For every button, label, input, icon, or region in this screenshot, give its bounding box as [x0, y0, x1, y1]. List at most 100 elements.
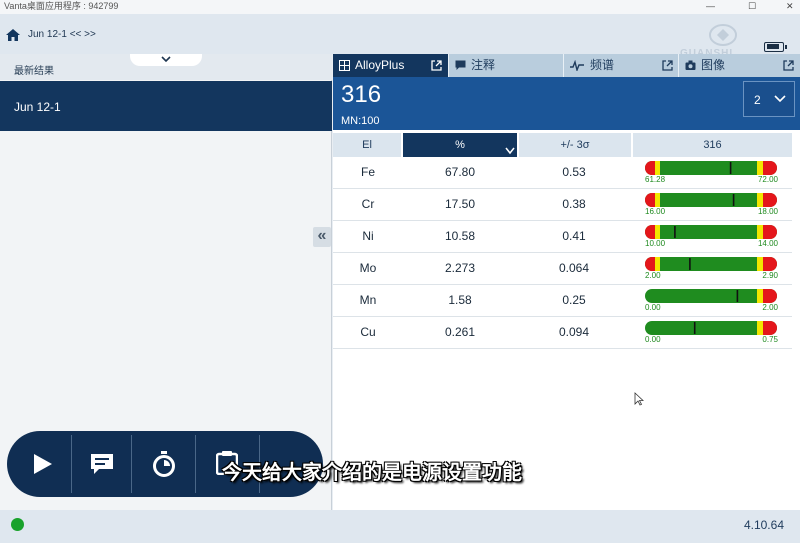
range-min: 10.00	[645, 239, 666, 248]
table-header: El % +/- 3σ 316	[333, 133, 800, 157]
popout-icon[interactable]	[431, 60, 442, 71]
play-icon	[34, 454, 52, 474]
table-row: Cr 17.50 0.38 16.00 18.00	[333, 189, 792, 221]
range-high-red	[763, 321, 777, 335]
range-max: 2.90	[762, 271, 778, 280]
measured-value-marker	[736, 290, 739, 302]
range-min: 0.00	[645, 303, 661, 312]
table-row: Mo 2.273 0.064 2.00 2.90	[333, 253, 792, 285]
range-max: 0.75	[762, 335, 778, 344]
range-bar-graphic	[645, 225, 777, 239]
element-error: 0.53	[562, 165, 586, 179]
range-low-red	[645, 225, 655, 239]
analysis-panel: AlloyPlus 注释 频谱 图像 316 MN:100 2 El % +/-…	[333, 54, 800, 510]
match-select-value: 2	[754, 93, 761, 107]
element-symbol: Fe	[360, 165, 375, 179]
result-item-label: Jun 12-1	[14, 100, 61, 114]
popout-icon[interactable]	[662, 60, 673, 71]
range-high-yellow	[757, 193, 763, 207]
range-high-yellow	[757, 289, 763, 303]
grade-range-bar: 2.00 2.90	[633, 253, 792, 284]
range-bar-graphic	[645, 161, 777, 175]
tab-comments[interactable]: 注释	[449, 54, 563, 77]
column-header-grade[interactable]: 316	[633, 133, 792, 157]
range-low-red	[645, 257, 655, 271]
element-symbol: Cu	[360, 325, 376, 339]
range-max: 72.00	[757, 175, 778, 184]
status-bar: 4.10.64	[0, 510, 800, 543]
table-row: Ni 10.58 0.41 10.00 14.00	[333, 221, 792, 253]
close-button[interactable]: ✕	[786, 0, 794, 12]
range-high-red	[763, 193, 777, 207]
tab-bar: AlloyPlus 注释 频谱 图像	[333, 54, 800, 77]
alloy-grade: 316	[341, 81, 382, 108]
range-bar-graphic	[645, 321, 777, 335]
column-header-percent[interactable]: %	[403, 133, 517, 157]
grade-range-bar: 10.00 14.00	[633, 221, 792, 252]
range-min: 61.28	[645, 175, 666, 184]
minimize-button[interactable]: —	[706, 0, 715, 12]
pull-down-tab[interactable]	[130, 54, 202, 66]
range-low-red	[645, 161, 655, 175]
tab-alloyplus[interactable]: AlloyPlus	[333, 54, 448, 77]
column-header-element[interactable]: El	[333, 133, 401, 157]
range-low-yellow	[655, 161, 660, 175]
element-error: 0.38	[562, 197, 586, 211]
range-low-yellow	[655, 257, 660, 271]
table-row: Mn 1.58 0.25 0.00 2.00	[333, 285, 792, 317]
double-chevron-left-icon: «	[317, 227, 327, 244]
measured-value-marker	[689, 258, 691, 270]
grade-range-bar: 16.00 18.00	[633, 189, 792, 220]
battery-icon	[764, 42, 787, 52]
grade-range-bar: 0.00 0.75	[633, 317, 792, 348]
element-symbol: Mo	[359, 261, 377, 275]
version-label: 4.10.64	[743, 518, 784, 532]
range-high-yellow	[757, 161, 763, 175]
connection-status-icon	[11, 518, 24, 531]
range-low-yellow	[655, 193, 660, 207]
range-high-red	[763, 225, 777, 239]
collapse-panel-button[interactable]: «	[313, 227, 331, 247]
chevron-down-icon	[161, 56, 171, 63]
range-low-yellow	[655, 225, 660, 239]
table-row: Fe 67.80 0.53 61.28 72.00	[333, 157, 792, 189]
element-error: 0.094	[558, 325, 590, 339]
play-button[interactable]	[7, 431, 71, 497]
app-header: Jun 12-1 << >> GUANSHI	[0, 14, 800, 59]
results-panel: 最新结果 Jun 12-1 «	[0, 54, 332, 510]
range-bar-graphic	[645, 193, 777, 207]
element-percent: 1.58	[448, 293, 472, 307]
tab-image[interactable]: 图像	[679, 54, 800, 77]
measured-value-marker	[729, 162, 732, 174]
range-high-yellow	[757, 225, 763, 239]
element-error: 0.41	[562, 229, 586, 243]
sort-down-icon	[505, 147, 515, 155]
range-min: 16.00	[645, 207, 666, 216]
range-low-red	[645, 193, 655, 207]
match-number: MN:100	[341, 115, 380, 127]
comment-button[interactable]	[72, 431, 136, 497]
recent-results-title: 最新结果	[14, 66, 54, 77]
column-header-error[interactable]: +/- 3σ	[519, 133, 631, 157]
result-list-item[interactable]: Jun 12-1	[0, 81, 332, 131]
timer-icon	[153, 451, 175, 477]
element-symbol: Mn	[359, 293, 377, 307]
range-bar-graphic	[645, 289, 777, 303]
video-subtitle: 今天给大家介绍的是电源设置功能	[222, 462, 522, 484]
timer-button[interactable]	[132, 431, 196, 497]
result-navigation[interactable]: Jun 12-1 << >>	[28, 29, 96, 40]
home-icon[interactable]	[6, 29, 20, 41]
element-percent: 0.261	[444, 325, 476, 339]
tab-spectrum[interactable]: 频谱	[564, 54, 678, 77]
element-error: 0.064	[558, 261, 590, 275]
measured-value-marker	[732, 194, 735, 206]
popout-icon[interactable]	[783, 60, 794, 71]
element-symbol: Cr	[361, 197, 375, 211]
maximize-button[interactable]: ☐	[748, 0, 756, 12]
range-high-red	[763, 289, 777, 303]
range-max: 14.00	[757, 239, 778, 248]
element-percent: 67.80	[444, 165, 476, 179]
match-select[interactable]: 2	[743, 81, 795, 117]
spectrum-icon	[570, 60, 584, 71]
chevron-down-icon	[774, 95, 786, 103]
